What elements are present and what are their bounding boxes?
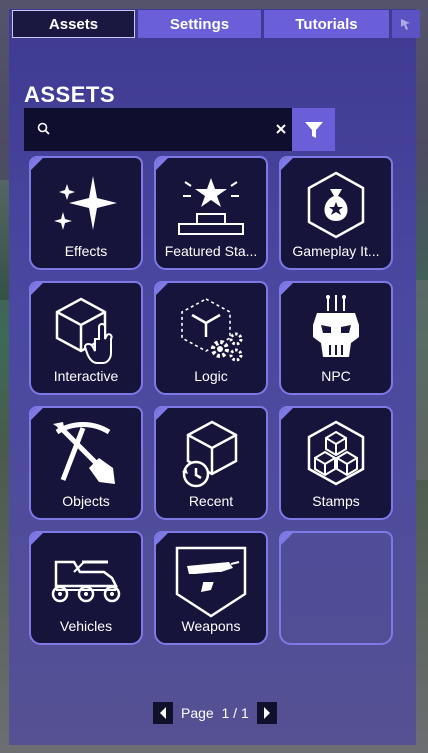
stacked-cubes-icon	[281, 416, 391, 494]
tile-vehicles[interactable]: Vehicles	[29, 531, 143, 645]
tile-label: Logic	[194, 368, 228, 384]
page-value: 1 / 1	[221, 705, 249, 721]
tile-label: Stamps	[312, 493, 360, 509]
page-label: Page	[181, 705, 214, 721]
tile-effects[interactable]: Effects	[29, 156, 143, 270]
tile-label: Gameplay It...	[292, 243, 380, 259]
close-icon[interactable]	[275, 123, 287, 135]
page-title: ASSETS	[24, 82, 116, 107]
tile-label: Featured Sta...	[164, 243, 258, 259]
tile-gameplay-items[interactable]: Gameplay It...	[279, 156, 393, 270]
tab-assets[interactable]: Assets	[12, 10, 135, 38]
cursor-tab-button[interactable]	[392, 10, 420, 38]
tile-featured-stamps[interactable]: Featured Sta...	[154, 156, 268, 270]
empty-tile	[279, 531, 393, 645]
tile-label: Vehicles	[59, 618, 113, 634]
filter-button[interactable]	[292, 108, 335, 151]
star-podium-icon	[156, 166, 266, 244]
page-indicator: Page 1 / 1	[181, 705, 249, 721]
tile-label: NPC	[321, 368, 351, 384]
tile-objects[interactable]: Objects	[29, 406, 143, 520]
tile-logic[interactable]: Logic	[154, 281, 268, 395]
pickaxe-shovel-icon	[31, 416, 141, 494]
cursor-icon	[401, 19, 410, 30]
chevron-right-icon	[263, 707, 270, 719]
tile-npc[interactable]: NPC	[279, 281, 393, 395]
tile-recent[interactable]: Recent	[154, 406, 268, 520]
chevron-left-icon	[160, 707, 166, 719]
pagination: Page 1 / 1	[153, 702, 277, 724]
cube-history-icon	[156, 416, 266, 494]
tile-label: Recent	[188, 493, 234, 509]
cube-cursor-icon	[31, 291, 141, 369]
tile-label: Weapons	[181, 618, 241, 634]
tile-label: Effects	[64, 243, 108, 259]
next-page-button[interactable]	[256, 702, 277, 724]
robot-skull-icon	[281, 291, 391, 369]
tab-settings[interactable]: Settings	[138, 10, 261, 38]
tile-interactive[interactable]: Interactive	[29, 281, 143, 395]
tile-weapons[interactable]: Weapons	[154, 531, 268, 645]
tab-bar: Assets Settings Tutorials	[12, 10, 420, 38]
previous-page-button[interactable]	[153, 702, 173, 724]
search-bar	[24, 108, 292, 151]
item-bag-icon	[281, 166, 391, 244]
tile-stamps[interactable]: Stamps	[279, 406, 393, 520]
search-icon	[37, 122, 50, 135]
tile-label: Objects	[62, 493, 110, 509]
search-input[interactable]	[58, 116, 292, 144]
filter-icon	[304, 121, 323, 138]
blaster-icon	[156, 541, 266, 619]
sparkles-icon	[31, 166, 141, 244]
tile-label: Interactive	[53, 368, 119, 384]
cube-gears-icon	[156, 291, 266, 369]
tab-tutorials[interactable]: Tutorials	[264, 10, 389, 38]
vehicle-icon	[31, 541, 141, 619]
